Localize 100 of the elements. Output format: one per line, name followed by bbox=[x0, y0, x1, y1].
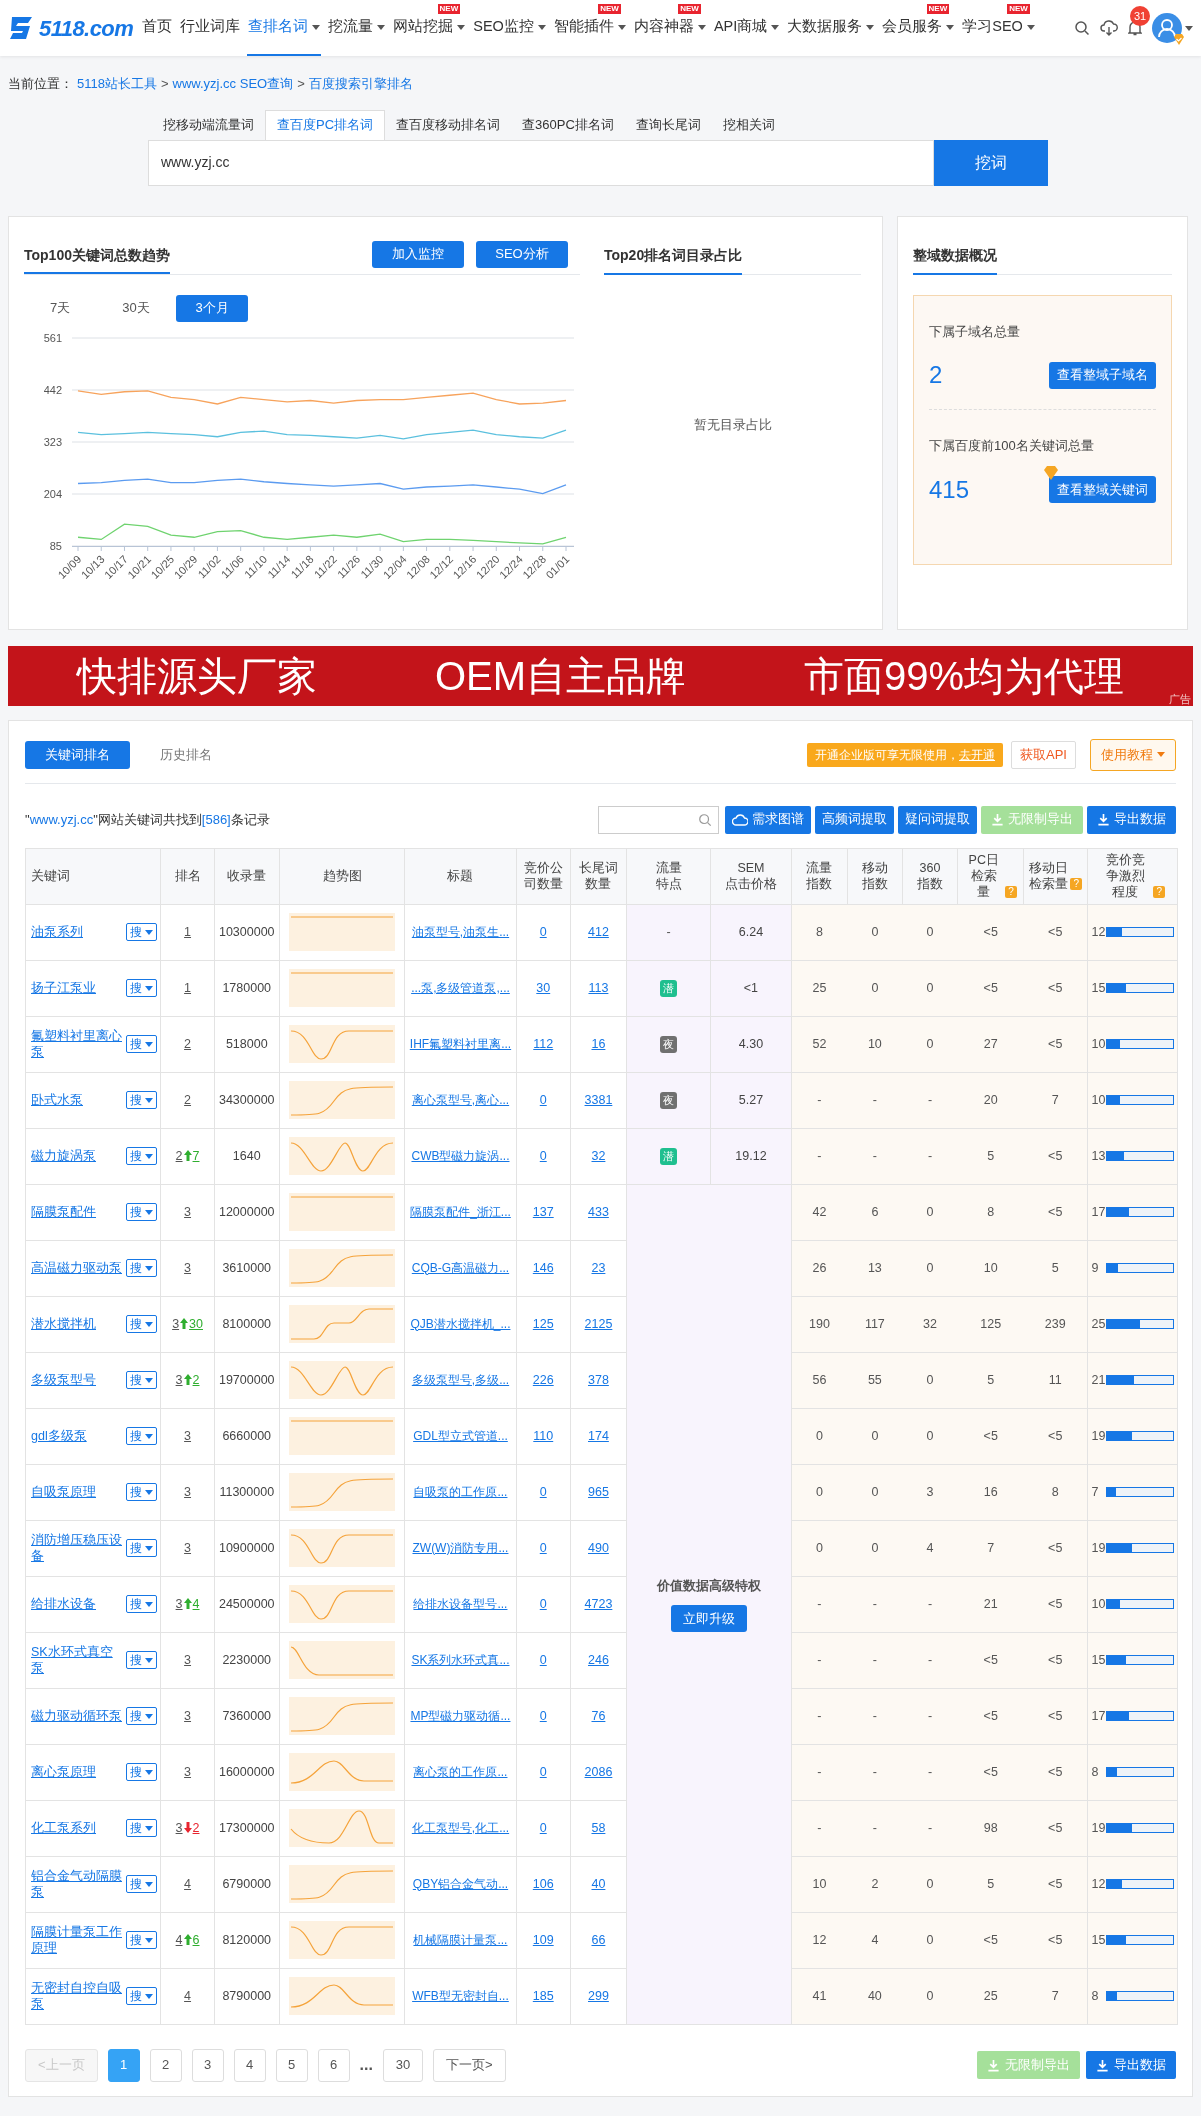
api-button[interactable]: 获取API bbox=[1011, 740, 1076, 769]
rank-link[interactable]: 3 bbox=[184, 1484, 192, 1499]
tutorial-button[interactable]: 使用教程 bbox=[1090, 738, 1176, 771]
search-button[interactable]: 挖词 bbox=[934, 139, 1048, 186]
search-tab[interactable]: 挖相关词 bbox=[711, 109, 786, 140]
search-icon[interactable] bbox=[1074, 20, 1090, 36]
keyword-link[interactable]: 化工泵系列 bbox=[31, 1820, 96, 1836]
tool-button[interactable]: 疑问词提取 bbox=[898, 805, 977, 834]
search-field[interactable]: www.yzj.cc bbox=[148, 139, 934, 186]
count-link[interactable]: 185 bbox=[532, 1988, 554, 2003]
breadcrumb-link[interactable]: 百度搜索引擎排名 bbox=[308, 74, 413, 94]
count-link[interactable]: 0 bbox=[539, 924, 547, 939]
nav-item[interactable]: 查排名词 bbox=[247, 0, 322, 56]
keyword-link[interactable]: 磁力旋涡泵 bbox=[31, 1148, 96, 1164]
count-link[interactable]: 76 bbox=[591, 1708, 606, 1723]
tool-button[interactable]: 高频词提取 bbox=[815, 805, 894, 834]
range-tab[interactable]: 7天 bbox=[24, 294, 96, 322]
count-link[interactable]: 146 bbox=[532, 1260, 554, 1275]
count-link[interactable]: 110 bbox=[533, 1428, 554, 1443]
rank-link[interactable]: 4 bbox=[184, 1988, 192, 2003]
rank-link[interactable]: 3 bbox=[184, 1540, 192, 1555]
rank-link[interactable]: 3 bbox=[184, 1428, 192, 1443]
count-link[interactable]: 2086 bbox=[584, 1764, 613, 1779]
search-dropdown[interactable]: 搜 bbox=[126, 1259, 158, 1277]
count-link[interactable]: 965 bbox=[588, 1484, 609, 1499]
count-link[interactable]: 66 bbox=[591, 1932, 606, 1947]
breadcrumb-link[interactable]: 5118站长工具 bbox=[77, 74, 157, 94]
rank-link[interactable]: 2 bbox=[184, 1036, 192, 1051]
result-tab[interactable]: 关键词排名 bbox=[25, 740, 130, 769]
keyword-link[interactable]: 铝合金气动隔膜泵 bbox=[31, 1868, 125, 1900]
count-link[interactable]: 40 bbox=[591, 1876, 606, 1891]
search-dropdown[interactable]: 搜 bbox=[126, 1315, 158, 1333]
search-dropdown[interactable]: 搜 bbox=[126, 1483, 158, 1501]
search-dropdown[interactable]: 搜 bbox=[126, 979, 158, 997]
keyword-link[interactable]: 磁力驱动循环泵 bbox=[31, 1708, 122, 1724]
count-link[interactable]: 2125 bbox=[584, 1316, 613, 1331]
search-dropdown[interactable]: 搜 bbox=[126, 1595, 158, 1613]
search-dropdown[interactable]: 搜 bbox=[126, 1147, 158, 1165]
rank-link[interactable]: 3 bbox=[175, 1372, 183, 1387]
view-button[interactable]: 查看整域关键词 bbox=[1049, 476, 1156, 503]
nav-item[interactable]: 大数据服务 bbox=[786, 0, 876, 56]
keyword-link[interactable]: 隔膜计量泵工作原理 bbox=[31, 1924, 125, 1956]
rank-link[interactable]: 4 bbox=[184, 1876, 192, 1891]
keyword-link[interactable]: gdl多级泵 bbox=[31, 1428, 87, 1444]
keyword-link[interactable]: 隔膜泵配件 bbox=[31, 1204, 96, 1220]
search-dropdown[interactable]: 搜 bbox=[126, 1707, 158, 1725]
keyword-link[interactable]: SK水环式真空泵 bbox=[31, 1644, 125, 1676]
page-button[interactable]: 6 bbox=[317, 2048, 350, 2082]
count-link[interactable]: 125 bbox=[532, 1316, 554, 1331]
tool-button[interactable]: 导出数据 bbox=[1087, 805, 1176, 834]
keyword-link[interactable]: 扬子江泵业 bbox=[31, 980, 96, 996]
tool-button[interactable]: 需求图谱 bbox=[725, 805, 811, 834]
count-link[interactable]: 58 bbox=[591, 1820, 606, 1835]
rank-link[interactable]: 3 bbox=[184, 1260, 192, 1275]
upgrade-button[interactable]: 立即升级 bbox=[670, 1605, 747, 1633]
keyword-link[interactable]: 离心泵原理 bbox=[31, 1764, 96, 1780]
count-link[interactable]: 106 bbox=[532, 1876, 554, 1891]
keyword-link[interactable]: 多级泵型号 bbox=[31, 1372, 96, 1388]
search-dropdown[interactable]: 搜 bbox=[126, 1763, 158, 1781]
search-dropdown[interactable]: 搜 bbox=[126, 1651, 158, 1669]
count-link[interactable]: 0 bbox=[539, 1764, 547, 1779]
bell-icon[interactable] bbox=[1128, 20, 1142, 36]
rank-link[interactable]: 3 bbox=[172, 1316, 180, 1331]
rank-link[interactable]: 3 bbox=[184, 1708, 192, 1723]
rank-link[interactable]: 3 bbox=[175, 1596, 183, 1611]
search-dropdown[interactable]: 搜 bbox=[126, 1371, 158, 1389]
count-link[interactable]: 433 bbox=[588, 1204, 609, 1219]
search-dropdown[interactable]: 搜 bbox=[126, 1427, 158, 1445]
page-button[interactable]: 3 bbox=[191, 2048, 224, 2082]
range-tab[interactable]: 3个月 bbox=[176, 294, 248, 322]
nav-item[interactable]: 挖流量 bbox=[327, 0, 387, 56]
nav-item[interactable]: SEO监控 bbox=[472, 0, 547, 56]
rank-link[interactable]: 4 bbox=[175, 1932, 183, 1947]
cloud-download-icon[interactable] bbox=[1100, 20, 1118, 36]
view-button[interactable]: 查看整域子域名 bbox=[1049, 361, 1156, 389]
search-dropdown[interactable]: 搜 bbox=[126, 1035, 158, 1053]
search-dropdown[interactable]: 搜 bbox=[126, 1203, 158, 1221]
count-link[interactable]: 137 bbox=[532, 1204, 554, 1219]
filter-field[interactable] bbox=[598, 805, 719, 834]
search-tab[interactable]: 查360PC排名词 bbox=[511, 109, 625, 140]
page-button[interactable]: 2 bbox=[149, 2048, 182, 2082]
next-page-button[interactable]: 下一页> bbox=[432, 2048, 506, 2082]
search-dropdown[interactable]: 搜 bbox=[126, 923, 158, 941]
export-button[interactable]: 导出数据 bbox=[1086, 2051, 1176, 2079]
search-dropdown[interactable]: 搜 bbox=[126, 1987, 158, 2005]
search-dropdown[interactable]: 搜 bbox=[126, 1931, 158, 1949]
search-dropdown[interactable]: 搜 bbox=[126, 1091, 158, 1109]
range-tab[interactable]: 30天 bbox=[100, 294, 172, 322]
rank-link[interactable]: 3 bbox=[175, 1820, 183, 1835]
nav-item[interactable]: 首页 bbox=[141, 0, 174, 56]
count-link[interactable]: 412 bbox=[588, 924, 609, 939]
keyword-link[interactable]: 无密封自控自吸泵 bbox=[31, 1980, 125, 2012]
count-link[interactable]: 109 bbox=[532, 1932, 554, 1947]
breadcrumb-link[interactable]: www.yzj.cc SEO查询 bbox=[172, 74, 294, 94]
count-link[interactable]: 16 bbox=[591, 1036, 606, 1051]
rank-link[interactable]: 3 bbox=[184, 1764, 192, 1779]
search-tab[interactable]: 挖移动端流量词 bbox=[152, 109, 265, 140]
keyword-link[interactable]: 氟塑料衬里离心泵 bbox=[31, 1028, 125, 1060]
count-link[interactable]: 246 bbox=[588, 1652, 609, 1667]
count-link[interactable]: 112 bbox=[533, 1036, 554, 1051]
